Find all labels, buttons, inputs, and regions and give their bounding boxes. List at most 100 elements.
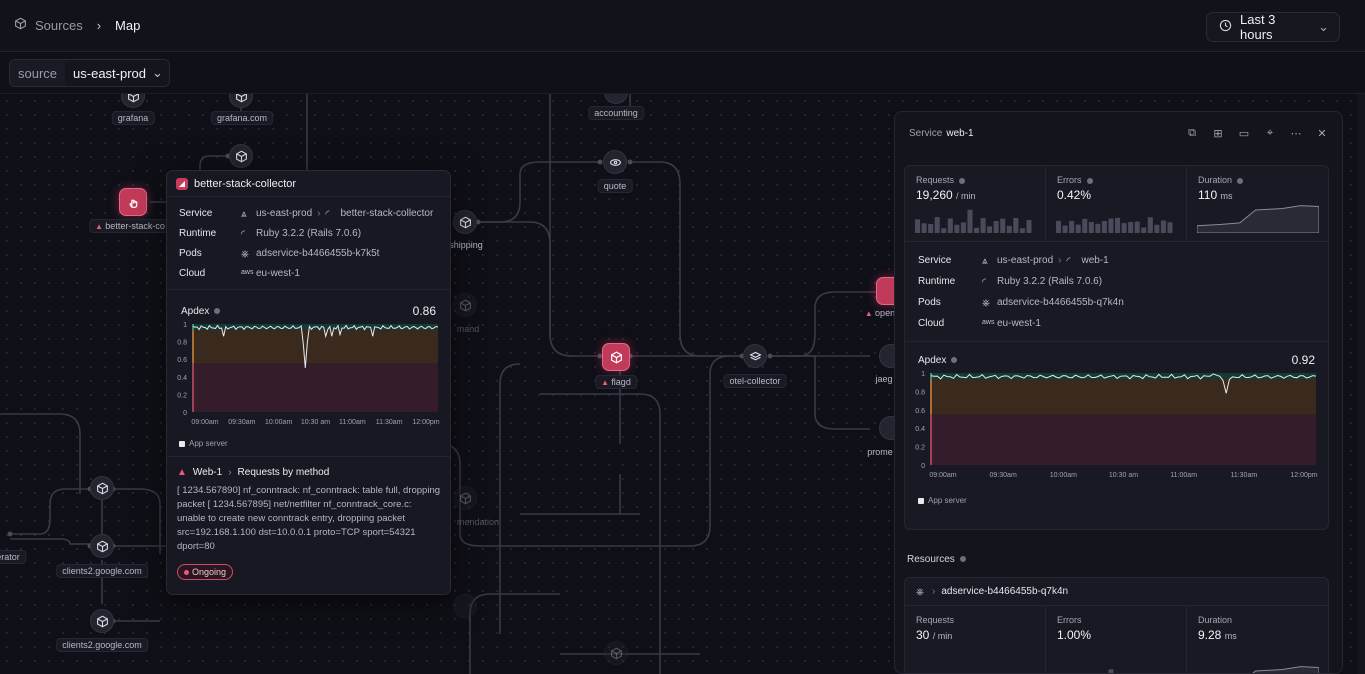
sparkline-bar	[947, 218, 953, 233]
panel-service-env[interactable]: us-east-prod	[997, 255, 1053, 266]
x-tick-label: 11:30am	[376, 419, 403, 426]
popover-runtime-text: Ruby 3.2.2 (Rails 7.0.6)	[256, 228, 362, 239]
target-icon[interactable]: ⌖	[1264, 127, 1276, 140]
node-label-otel-collector: otel-collector	[723, 374, 787, 388]
node-shipping[interactable]	[453, 210, 477, 234]
popover-apdex-value: 0.86	[412, 304, 436, 318]
popover-pods-text[interactable]: adservice-b4466455b-k7k5t	[256, 248, 379, 259]
vertical-scrollbar[interactable]	[1357, 94, 1365, 674]
resource-row[interactable]: ⎈ › adservice-b4466455b-q7k4n	[905, 578, 1328, 606]
sparkline-bar	[960, 222, 966, 233]
resource-metric-requests[interactable]: Requests 30 / min	[905, 606, 1046, 673]
aws-icon: aws	[241, 268, 254, 276]
y-tick-label: 0.6	[915, 408, 925, 415]
source-filter-value[interactable]: us-east-prod ⌄	[65, 60, 169, 86]
info-icon	[959, 177, 966, 184]
chevron-down-icon: ⌄	[152, 65, 163, 80]
popover-val-service: ⩓ us-east-prod › ◜ better-stack-collecto…	[241, 208, 438, 220]
metric-duration[interactable]: Duration 110 ms	[1187, 166, 1328, 241]
metric-errors[interactable]: Errors 0.42%	[1046, 166, 1187, 241]
y-tick-label: 1	[183, 322, 187, 329]
y-tick-label: 0.6	[177, 357, 187, 364]
resource-metric-duration[interactable]: Duration 9.28 ms	[1187, 606, 1328, 673]
breadcrumb-sources[interactable]: Sources	[35, 18, 83, 33]
info-icon	[214, 307, 221, 314]
panel-service-name[interactable]: web-1	[1081, 255, 1108, 266]
panel-pods-text[interactable]: adservice-b4466455b-q7k4n	[997, 297, 1124, 308]
time-range-button[interactable]: Last 3 hours ⌄	[1206, 12, 1340, 42]
ruby-icon: ◜	[1066, 255, 1071, 267]
sparkline-bar	[1006, 225, 1012, 233]
sparkline-bar	[928, 224, 934, 233]
node-better-stack-collector[interactable]	[119, 188, 147, 216]
chevron-right-icon: ›	[228, 467, 232, 478]
runtime-icon: ◜	[241, 228, 245, 240]
resource-metric-errors[interactable]: Errors 1.00%	[1046, 606, 1187, 673]
service-metrics: Requests 19,260 / min Errors 0.42% Durat…	[905, 166, 1328, 242]
sparkline-bar	[1115, 217, 1121, 233]
errors-sparkline	[1056, 217, 1173, 233]
node-label-better-stack: better-stack-co	[89, 219, 171, 233]
panel-apdex-label-text: Apdex	[918, 354, 947, 366]
node-flagd[interactable]	[602, 343, 630, 371]
incident-header[interactable]: ▲ Web-1 › Requests by method	[167, 457, 450, 484]
incident-service: Web-1	[192, 467, 223, 478]
node-recommendation[interactable]	[453, 486, 477, 510]
sparkline-area	[1197, 205, 1319, 233]
resource-card: ⎈ › adservice-b4466455b-q7k4n Requests 3…	[904, 577, 1329, 673]
popover-service-name[interactable]: better-stack-collector	[340, 208, 433, 219]
apdex-band-poor	[193, 363, 438, 412]
panel-key-runtime: Runtime	[918, 276, 956, 287]
node-unnamed-service[interactable]	[229, 144, 253, 168]
apdex-band-fair	[931, 379, 1316, 415]
kubernetes-icon: ⎈	[241, 248, 249, 260]
node-bottom-service[interactable]	[604, 641, 628, 665]
panel-apdex-label: Apdex	[918, 354, 958, 366]
popover-apdex-label-text: Apdex	[181, 305, 210, 317]
popover-service-env[interactable]: us-east-prod	[256, 208, 312, 219]
node-quote[interactable]	[603, 150, 627, 174]
sparkline-bar	[1128, 221, 1134, 233]
y-tick-label: 1	[921, 371, 925, 378]
sparkline-bar	[1167, 222, 1173, 233]
sparkline-bar	[941, 228, 947, 233]
dashboard-icon[interactable]: ▭	[1238, 127, 1250, 140]
close-icon[interactable]: ✕	[1316, 127, 1328, 140]
node-bottom-left-service[interactable]	[453, 594, 477, 618]
resource-errors-sparkline	[1108, 669, 1114, 673]
chevron-right-icon: ›	[1058, 255, 1062, 266]
copy-icon[interactable]: ⧉	[1186, 127, 1198, 140]
cursor-hand-icon	[128, 198, 137, 208]
cube-icon	[96, 482, 108, 494]
cube-icon	[235, 94, 247, 102]
node-label-prometheus: prome	[867, 447, 893, 457]
cube-icon	[96, 540, 108, 552]
node-command[interactable]	[453, 293, 477, 317]
popover-title: better-stack-collector	[194, 177, 297, 190]
node-clients-top[interactable]	[90, 476, 114, 500]
sparkline-bar	[1069, 221, 1075, 233]
metric-requests[interactable]: Requests 19,260 / min	[905, 166, 1046, 241]
requests-sparkline	[915, 209, 1032, 233]
sparkline-bar	[1000, 218, 1006, 233]
y-tick-label: 0	[921, 463, 925, 470]
more-icon[interactable]: ⋯	[1290, 127, 1302, 140]
sparkline-bar	[1108, 669, 1114, 673]
sparkline-bar	[954, 224, 960, 233]
panel-title-prefix: Service	[909, 127, 943, 139]
node-popover: ◢ better-stack-collector Service ⩓ us-ea…	[166, 170, 451, 595]
node-clients2-b[interactable]	[90, 609, 114, 633]
x-tick-label: 10:30 am	[301, 419, 330, 426]
node-label-grafana: grafana	[111, 111, 155, 125]
node-label-grafana-com: grafana.com	[210, 111, 274, 125]
clock-icon	[1219, 19, 1232, 35]
node-label-recommendation: mendation	[456, 517, 500, 527]
source-filter[interactable]: source us-east-prod ⌄	[9, 59, 170, 87]
metric-duration-label: Duration	[1198, 175, 1233, 185]
panel-legend-label: App server	[928, 496, 967, 505]
node-clients2-a[interactable]	[90, 534, 114, 558]
node-otel-collector[interactable]	[743, 344, 767, 368]
y-tick-label: 0.2	[177, 392, 187, 399]
grid-icon[interactable]: ⊞	[1212, 127, 1224, 140]
popover-val-cloud: aws eu-west-1	[241, 268, 438, 279]
